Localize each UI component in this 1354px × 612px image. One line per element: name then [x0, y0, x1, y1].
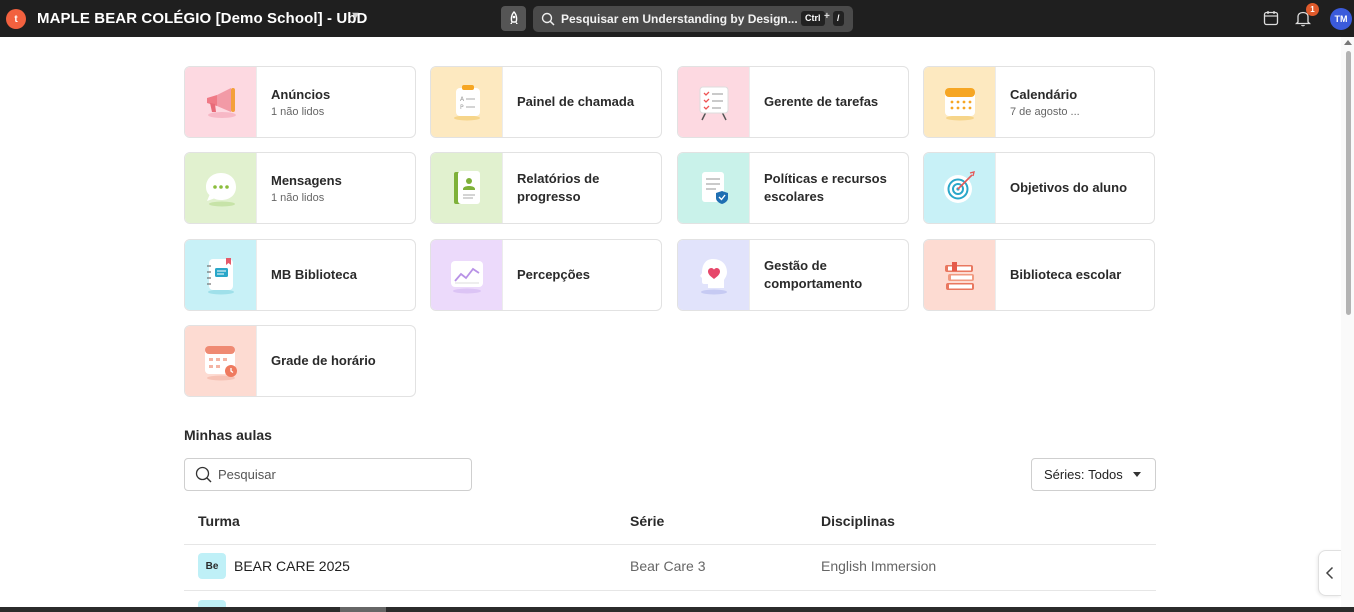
shortcut-ctrl: Ctrl: [801, 11, 825, 26]
tile-relatorios-de-progresso[interactable]: Relatórios de progresso: [430, 152, 662, 224]
tile-title: Calendário: [1010, 86, 1078, 102]
divider: [184, 544, 1156, 545]
calendar-icon[interactable]: [1263, 10, 1279, 26]
search-icon: [541, 12, 555, 26]
tile-icon-box: [185, 67, 257, 137]
tile-icon-box: [924, 67, 996, 137]
chat-bubble-icon: [205, 173, 236, 207]
tile-icon-box: [924, 240, 996, 310]
tile-politicas-e-recursos[interactable]: Políticas e recursos escolares: [677, 152, 909, 224]
column-header-disciplinas[interactable]: Disciplinas: [821, 513, 895, 529]
side-panel-toggle[interactable]: [1318, 550, 1341, 596]
tile-mb-biblioteca[interactable]: MB Biblioteca: [184, 239, 416, 311]
tile-title: Objetivos do aluno: [1010, 180, 1128, 195]
tile-icon-box: AP: [431, 67, 503, 137]
tile-icon-box: [924, 153, 996, 223]
tile-icon-box: [185, 153, 257, 223]
target-icon: [943, 171, 975, 203]
shortcut-slash: /: [833, 11, 844, 26]
tile-painel-de-chamada[interactable]: AP Painel de chamada: [430, 66, 662, 138]
tile-title: MB Biblioteca: [271, 267, 357, 282]
task-board-icon: [699, 86, 728, 121]
page-scrollbar[interactable]: [1341, 37, 1354, 612]
notebook-icon: [206, 258, 234, 295]
tile-icon-box: [185, 240, 257, 310]
notification-count-badge: 1: [1306, 3, 1319, 16]
tile-title: Biblioteca escolar: [1010, 267, 1122, 282]
cell-disciplinas: English Immersion: [821, 558, 937, 574]
divider: [184, 590, 1156, 591]
tile-subtitle: 1 não lidos: [271, 105, 325, 118]
tile-grade-de-horario[interactable]: Grade de horário: [184, 325, 416, 397]
tile-title: Gestão de comportamento: [764, 258, 863, 291]
cell-serie: Bear Care 3: [630, 558, 706, 574]
tile-title: Anúncios: [271, 86, 331, 102]
scroll-up-arrow-icon[interactable]: [1344, 40, 1352, 45]
tile-title: Mensagens: [271, 172, 342, 188]
shortcut-plus: +: [824, 11, 830, 22]
global-search[interactable]: Pesquisar em Understanding by Design... …: [533, 6, 853, 32]
user-avatar[interactable]: TM: [1330, 8, 1352, 30]
tile-gerente-de-tarefas[interactable]: Gerente de tarefas: [677, 66, 909, 138]
app-logo[interactable]: t: [6, 9, 26, 29]
scroll-thumb[interactable]: [1346, 51, 1351, 315]
tile-title: Gerente de tarefas: [764, 94, 879, 109]
chevron-left-icon: [1325, 566, 1334, 580]
tile-icon-box: [678, 240, 750, 310]
tile-gestao-de-comportamento[interactable]: Gestão de comportamento: [677, 239, 909, 311]
insights-chart-icon: [450, 261, 483, 294]
rocket-icon[interactable]: [501, 6, 526, 31]
chevron-down-icon[interactable]: ▼: [350, 10, 361, 22]
attendance-sheet-icon: AP: [453, 85, 480, 121]
tile-icon-box: [431, 153, 503, 223]
column-header-turma[interactable]: Turma: [198, 513, 240, 529]
tile-title: Percepções: [517, 267, 590, 282]
series-filter-value: Todos: [1088, 467, 1123, 482]
book-stack-icon: [944, 262, 974, 290]
global-search-placeholder: Pesquisar em Understanding by Design...: [561, 12, 798, 26]
school-name[interactable]: MAPLE BEAR COLÉGIO [Demo School] - UbD: [37, 10, 367, 27]
series-filter-label: Séries:: [1044, 467, 1085, 482]
timetable-icon: [204, 346, 237, 381]
tile-icon-box: [678, 153, 750, 223]
class-search-placeholder: Pesquisar: [218, 467, 276, 482]
search-icon: [195, 466, 212, 483]
column-header-serie[interactable]: Série: [630, 513, 664, 529]
tile-biblioteca-escolar[interactable]: Biblioteca escolar: [923, 239, 1155, 311]
series-filter-dropdown[interactable]: Séries: Todos: [1031, 458, 1156, 491]
tile-title: Grade de horário: [271, 353, 376, 368]
class-badge: Be: [198, 553, 226, 579]
tile-subtitle: 7 de agosto ...: [1010, 105, 1080, 118]
tile-title: Relatórios de progresso: [517, 171, 600, 204]
tile-objetivos-do-aluno[interactable]: Objetivos do aluno: [923, 152, 1155, 224]
tile-percepcoes[interactable]: Percepções: [430, 239, 662, 311]
top-bar: t MAPLE BEAR COLÉGIO [Demo School] - UbD…: [0, 0, 1354, 37]
tile-anuncios[interactable]: Anúncios 1 não lidos: [184, 66, 416, 138]
tile-icon-box: [678, 67, 750, 137]
svg-text:P: P: [460, 104, 464, 111]
tile-calendario[interactable]: Calendário 7 de agosto ...: [923, 66, 1155, 138]
megaphone-icon: [206, 88, 236, 118]
policy-document-icon: [701, 172, 728, 204]
tile-subtitle: 1 não lidos: [271, 191, 325, 204]
bottom-taskbar-edge: [0, 607, 1354, 612]
tile-icon-box: [185, 326, 257, 396]
my-classes-title: Minhas aulas: [184, 427, 272, 443]
cell-turma[interactable]: BEAR CARE 2025: [234, 558, 350, 574]
calendar-icon: [944, 88, 975, 121]
report-book-icon: [453, 171, 480, 204]
heart-head-icon: [699, 259, 727, 295]
chevron-down-icon: [1132, 472, 1141, 477]
tile-title: Políticas e recursos escolares: [764, 171, 887, 204]
tile-icon-box: [431, 240, 503, 310]
tile-title: Painel de chamada: [517, 94, 635, 109]
class-search-input[interactable]: Pesquisar: [184, 458, 472, 491]
tile-mensagens[interactable]: Mensagens 1 não lidos: [184, 152, 416, 224]
